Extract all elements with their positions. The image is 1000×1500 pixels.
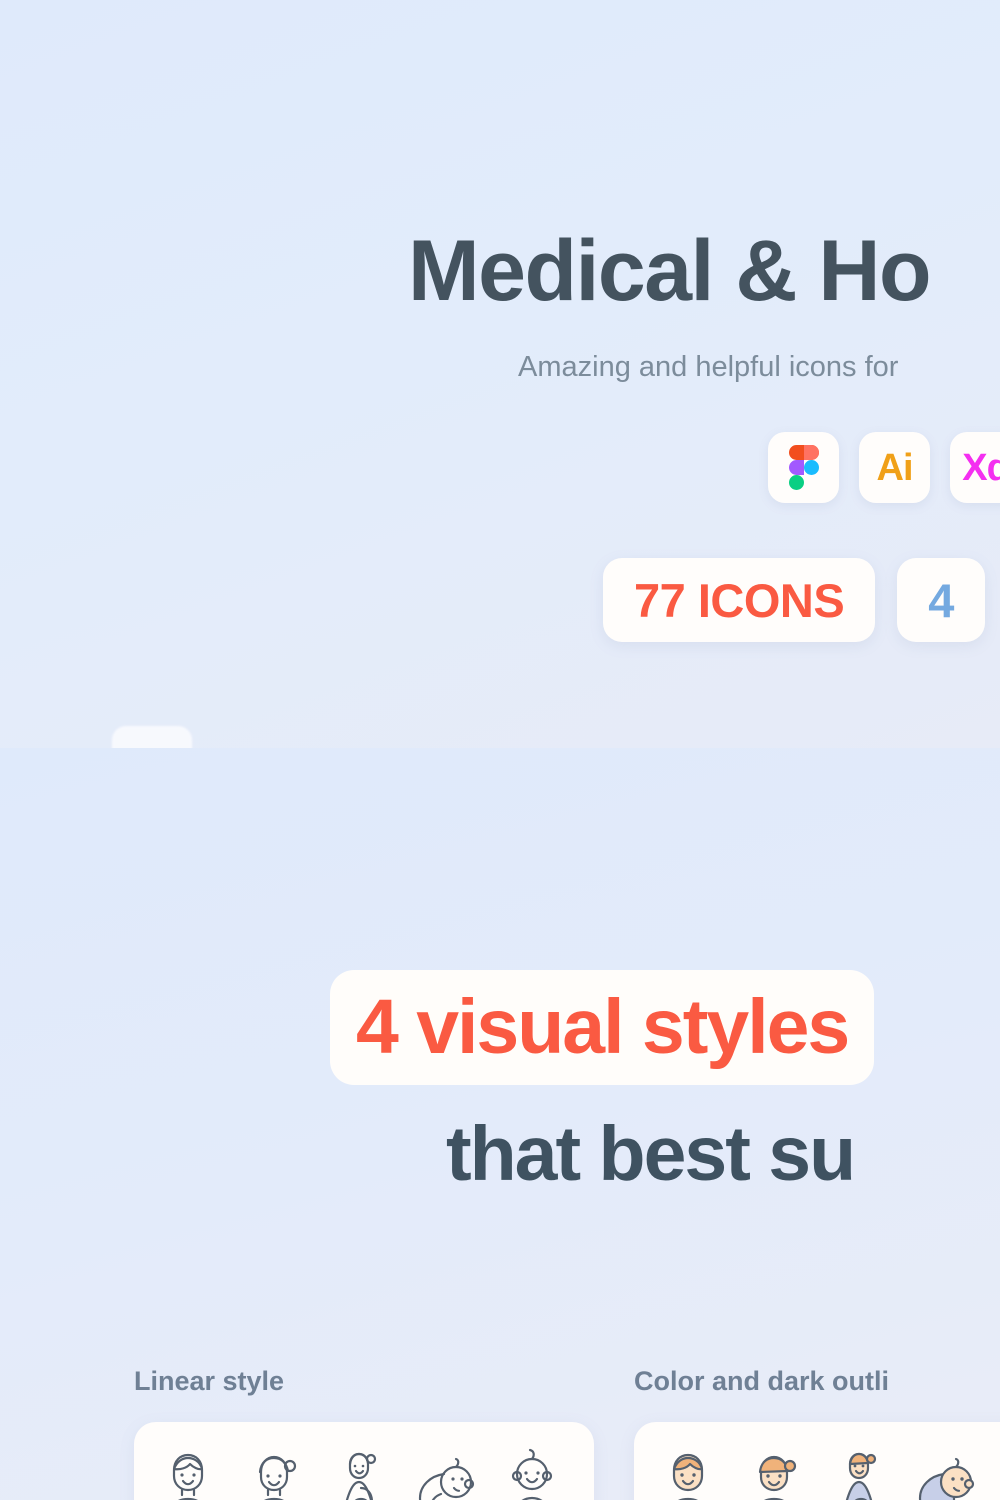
format-badge-figma[interactable]	[768, 432, 839, 503]
hero-section: Medical & Ho Amazing and helpful icons f…	[0, 0, 1000, 748]
hero-content: Medical & Ho Amazing and helpful icons f…	[0, 0, 1000, 748]
styles-headline-rest: that best su	[446, 1111, 856, 1197]
style-column-linear: Linear style	[134, 1368, 594, 1500]
style-card-color	[634, 1422, 1000, 1500]
baby-lying-icon-color	[910, 1444, 982, 1500]
page-title: Medical & Ho	[408, 223, 931, 319]
style-count-label: 4	[928, 573, 954, 627]
style-count-badge: 4	[897, 558, 985, 642]
format-badge-row: Ai Xd	[768, 432, 1000, 503]
styles-headline-pill: 4 visual styles	[330, 970, 875, 1085]
man-icon-color	[652, 1444, 724, 1500]
styles-section: 4 visual styles that best su Linear styl…	[0, 748, 1000, 1500]
man-icon-linear	[152, 1444, 224, 1500]
format-badge-adobe-xd[interactable]: Xd	[950, 432, 1000, 503]
page-subtitle: Amazing and helpful icons for	[518, 351, 899, 383]
baby-sitting-icon-color	[996, 1444, 1000, 1500]
style-label-color: Color and dark outli	[634, 1366, 890, 1396]
icon-count-label: 77 ICONS	[634, 573, 845, 627]
styles-headline-highlight: 4 visual styles	[356, 984, 850, 1070]
figma-icon	[788, 445, 819, 490]
style-card-linear	[134, 1422, 594, 1500]
baby-lying-icon-linear	[410, 1444, 482, 1500]
pregnant-woman-icon-linear	[324, 1444, 396, 1500]
woman-icon-linear	[238, 1444, 310, 1500]
count-badge-row: 77 ICONS 4	[603, 558, 985, 642]
style-column-color: Color and dark outli	[634, 1368, 1000, 1500]
adobe-xd-icon: Xd	[962, 446, 1000, 489]
icon-count-badge: 77 ICONS	[603, 558, 876, 642]
styles-content: 4 visual styles that best su Linear styl…	[0, 748, 1000, 1500]
clipped-preview-card	[112, 726, 192, 748]
baby-sitting-icon-linear	[496, 1444, 568, 1500]
icon-pack-preview-page: Medical & Ho Amazing and helpful icons f…	[0, 0, 1000, 1500]
style-label-linear: Linear style	[134, 1366, 285, 1396]
woman-icon-color	[738, 1444, 810, 1500]
pregnant-woman-icon-color	[824, 1444, 896, 1500]
illustrator-icon: Ai	[876, 446, 914, 489]
format-badge-illustrator[interactable]: Ai	[859, 432, 930, 503]
